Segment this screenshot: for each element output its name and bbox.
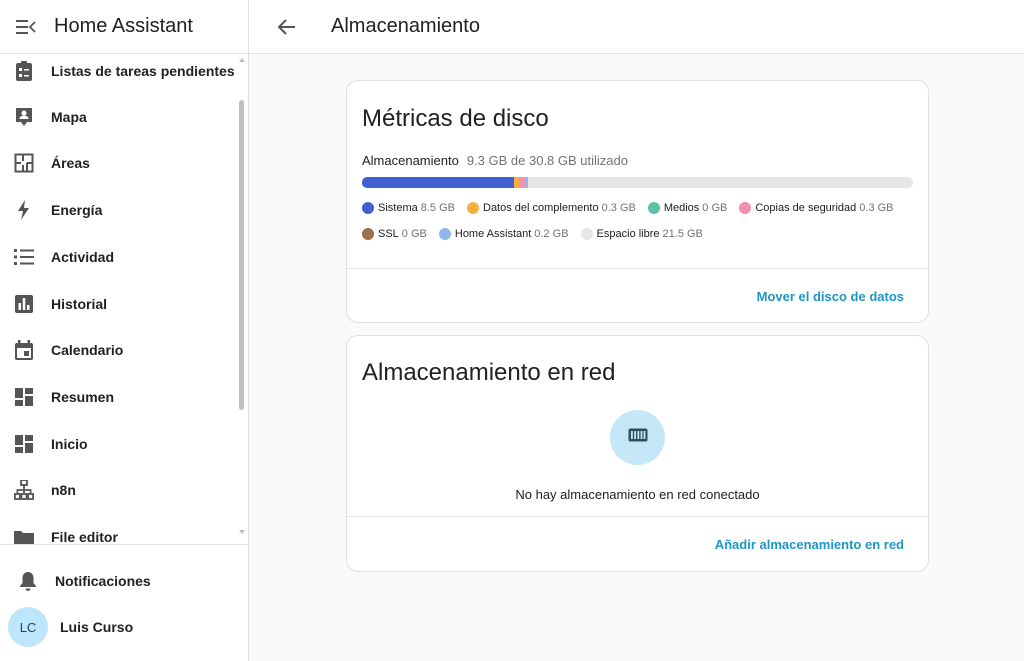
view-dashboard-icon: [12, 432, 36, 456]
add-network-storage-button[interactable]: Añadir almacenamiento en red: [715, 537, 904, 552]
view-dashboard-icon: [12, 385, 36, 409]
sidebar-item-label: Mapa: [51, 109, 87, 125]
sidebar-item-label: Historial: [51, 296, 108, 312]
legend-value: 0 GB: [401, 228, 427, 240]
legend-item: SSL 0 GB: [362, 228, 427, 240]
legend-value: 0.3 GB: [601, 202, 636, 214]
card-divider: [347, 516, 928, 517]
legend-label: SSL: [378, 228, 399, 240]
sidebar-item-n8n[interactable]: n8n: [0, 467, 236, 513]
legend-dot: [362, 202, 374, 214]
legend-item: Espacio libre 21.5 GB: [580, 228, 703, 240]
legend-dot: [647, 202, 660, 214]
card-title: Métricas de disco: [362, 105, 549, 132]
legend-item: Copias de seguridad 0.3 GB: [739, 202, 894, 214]
empty-state-text: No hay almacenamiento en red conectado: [515, 487, 760, 502]
bell-icon: [16, 569, 40, 593]
legend-value: 0.2 GB: [534, 228, 569, 240]
network-storage-card: Almacenamiento en red No hay almacenamie…: [346, 335, 929, 572]
sidebar-item-energy[interactable]: Energía: [0, 187, 236, 233]
sidebar-item-label: Áreas: [51, 155, 90, 171]
legend-value: 0 GB: [702, 202, 728, 214]
legend-label: Medios: [663, 202, 700, 214]
lightning-bolt-icon: [12, 198, 36, 222]
legend-dot: [362, 228, 374, 240]
folder-icon: [12, 525, 36, 544]
sidebar-item-label: Resumen: [51, 389, 115, 405]
legend-item: Datos del complemento 0.3 GB: [467, 202, 636, 214]
format-list-bulleted-icon: [12, 245, 36, 269]
legend-dot: [467, 202, 479, 214]
sidebar-item-areas[interactable]: Áreas: [0, 140, 236, 186]
legend-dot: [739, 202, 752, 214]
legend-label: Copias de seguridad: [755, 202, 857, 214]
legend-label: Datos del complemento: [483, 202, 599, 214]
sidebar-item-overview[interactable]: Resumen: [0, 374, 236, 420]
storage-label: Almacenamiento: [362, 153, 459, 168]
sidebar-item-todo[interactable]: Listas de tareas pendientes: [0, 54, 236, 94]
move-data-disk-button[interactable]: Mover el disco de datos: [757, 289, 904, 304]
calendar-icon: [12, 338, 36, 362]
sidebar-item-label: n8n: [51, 482, 76, 498]
legend-item: Home Assistant 0.2 GB: [438, 228, 569, 240]
chart-box-icon: [12, 292, 36, 316]
sidebar: Home Assistant Listas de tareas pendient…: [0, 0, 249, 661]
sidebar-item-label: File editor: [51, 529, 118, 544]
storage-usage: 9.3 GB de 30.8 GB utilizado: [466, 153, 628, 168]
user-name: Luis Curso: [60, 619, 134, 635]
page-title: Almacenamiento: [331, 15, 480, 37]
legend-item: Medios 0 GB: [647, 202, 728, 214]
sidebar-item-file-editor[interactable]: File editor: [0, 514, 236, 544]
legend-value: 0.3 GB: [859, 202, 894, 214]
usage-bar-segment: [528, 177, 913, 188]
nas-icon-circle: [610, 410, 665, 465]
top-bar: Almacenamiento: [249, 0, 1024, 54]
sidebar-item-logbook[interactable]: Actividad: [0, 234, 236, 280]
scroll-down-arrow-icon[interactable]: [239, 530, 245, 534]
legend-value: 8.5 GB: [420, 202, 455, 214]
sidebar-item-label: Inicio: [51, 436, 88, 452]
sidebar-item-home[interactable]: Inicio: [0, 421, 236, 467]
sidebar-item-history[interactable]: Historial: [0, 281, 236, 327]
sidebar-scrollbar[interactable]: [237, 54, 248, 544]
scroll-up-arrow-icon[interactable]: [239, 58, 245, 62]
user-profile[interactable]: LC Luis Curso: [0, 605, 248, 649]
sitemap-icon: [12, 478, 36, 502]
nas-icon: [628, 428, 648, 447]
notifications-label: Notificaciones: [55, 573, 151, 589]
sidebar-item-calendar[interactable]: Calendario: [0, 327, 236, 373]
sidebar-item-label: Calendario: [51, 342, 124, 358]
sidebar-title: Home Assistant: [54, 15, 193, 37]
sidebar-item-label: Actividad: [51, 249, 115, 265]
legend-row-1: Sistema 8.5 GB Datos del complemento 0.3 G…: [362, 202, 906, 214]
storage-usage-bar: [362, 177, 913, 188]
card-title: Almacenamiento en red: [362, 359, 616, 386]
storage-summary: Almacenamiento 9.3 GB de 30.8 GB utilizad…: [362, 153, 628, 168]
back-arrow-icon[interactable]: [273, 13, 301, 41]
sidebar-header: Home Assistant: [0, 0, 248, 54]
legend-item: Sistema 8.5 GB: [362, 202, 455, 214]
legend-dot: [580, 228, 593, 240]
floor-plan-icon: [12, 151, 36, 175]
legend-row-2: SSL 0 GB Home Assistant 0.2 GB Espacio lib…: [362, 228, 715, 240]
sidebar-item-label: Listas de tareas pendientes: [51, 63, 235, 79]
usage-bar-segment: [362, 177, 515, 188]
legend-label: Espacio libre: [596, 228, 660, 240]
sidebar-item-map[interactable]: Mapa: [0, 94, 236, 140]
sidebar-item-label: Energía: [51, 202, 103, 218]
sidebar-nav: Listas de tareas pendientes Mapa Áreas E…: [0, 54, 248, 544]
legend-label: Home Assistant: [454, 228, 532, 240]
menu-collapse-icon[interactable]: [0, 0, 52, 54]
sidebar-footer: Notificaciones LC Luis Curso: [0, 544, 248, 649]
avatar: LC: [8, 607, 48, 647]
scroll-thumb[interactable]: [239, 100, 244, 410]
legend-dot: [438, 228, 451, 240]
map-account-icon: [12, 105, 36, 129]
clipboard-list-icon: [12, 59, 36, 83]
disk-metrics-card: Métricas de disco Almacenamiento 9.3 GB d…: [346, 80, 929, 323]
legend-label: Sistema: [378, 202, 418, 214]
card-divider: [347, 268, 928, 269]
legend-value: 21.5 GB: [662, 228, 703, 240]
